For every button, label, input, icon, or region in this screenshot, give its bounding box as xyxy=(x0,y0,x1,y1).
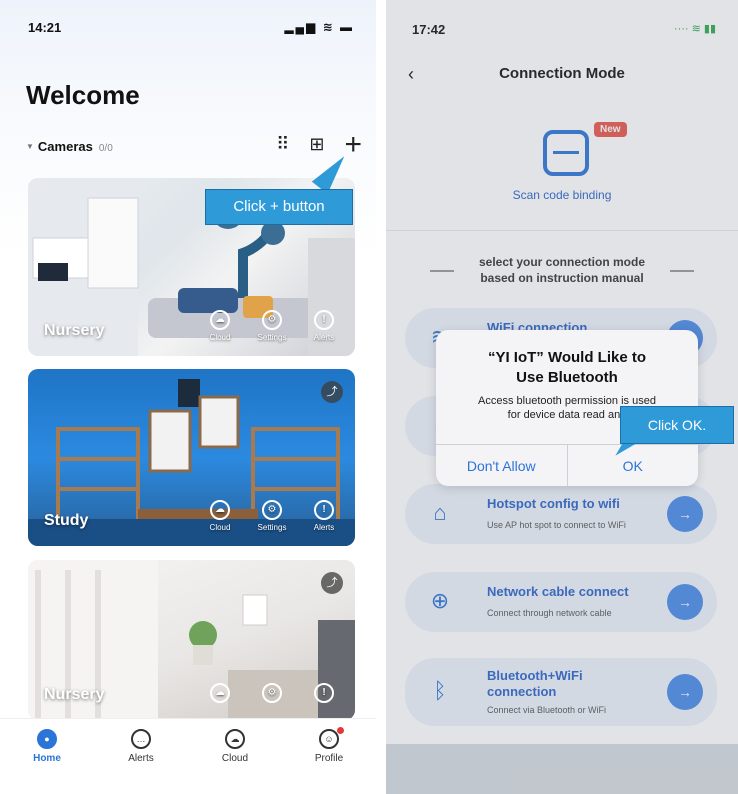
mode-hotspot[interactable]: ⌂ Hotspot config to wifi Use AP hot spot… xyxy=(405,484,717,544)
camera-name: Nursery xyxy=(44,322,105,339)
dialog-title: “YI IoT” Would Like to Use Bluetooth xyxy=(487,349,647,386)
scan-code-label[interactable]: Scan code binding xyxy=(386,188,738,202)
dont-allow-button[interactable]: Don't Allow xyxy=(436,445,567,486)
alert-icon: ! xyxy=(314,683,334,703)
profile-icon: ☺ xyxy=(319,729,339,749)
camera-card-study[interactable]: ⤴ Study ☁ Cloud ⚙ Settings ! Alerts xyxy=(28,369,355,546)
alerts-action[interactable]: ! xyxy=(305,683,343,706)
mode-network-cable[interactable]: ⊕ Network cable connect Connect through … xyxy=(405,572,717,632)
connection-mode-screen: 17:42 ···· ≋ ▮▮ ‹ Connection Mode New Sc… xyxy=(386,0,738,794)
header-actions: ⠿ ⊞ + xyxy=(276,129,362,159)
cameras-count: 0/0 xyxy=(98,143,113,154)
share-icon[interactable]: ⤴ xyxy=(321,381,343,403)
grid-view-icon[interactable]: ⠿ xyxy=(276,134,289,155)
camera-card-nursery-2[interactable]: ⤴ Nursery ☁ ⚙ ! xyxy=(28,560,355,720)
alert-icon: ! xyxy=(314,500,334,520)
alert-icon: ! xyxy=(314,310,334,330)
arrow-right-icon: → xyxy=(667,584,703,620)
alerts-action[interactable]: ! Alerts xyxy=(305,500,343,532)
cloud-icon: ☁ xyxy=(210,683,230,703)
add-camera-button[interactable]: + xyxy=(344,129,362,159)
hotspot-router-icon: ⌂ xyxy=(433,500,447,525)
home-screen: 14:21 ▂▄▆ ≋ ▬ Welcome ▼ Cameras 0/0 ⠿ ⊞ + … xyxy=(0,0,376,794)
tab-bar: ● Home … Alerts ☁ Cloud ☺ Profile xyxy=(0,718,376,794)
share-icon[interactable]: ⤴ xyxy=(321,572,343,594)
tab-cloud[interactable]: ☁ Cloud xyxy=(205,729,265,794)
cloud-icon: ☁ xyxy=(210,310,230,330)
arrow-right-icon: → xyxy=(667,674,703,710)
cloud-action[interactable]: ☁ Cloud xyxy=(201,500,239,532)
status-icons: ▂▄▆ ≋ ▬ xyxy=(284,20,354,34)
mode-bluetooth-wifi[interactable]: ᛒ Bluetooth+WiFi connection Connect via … xyxy=(405,658,717,726)
cloud-action[interactable]: ☁ xyxy=(201,683,239,706)
status-time: 17:42 xyxy=(412,22,446,37)
collapse-triangle-icon: ▼ xyxy=(26,142,34,151)
camera-actions: ☁ ⚙ ! xyxy=(201,683,343,706)
message-icon: … xyxy=(131,729,151,749)
gear-icon: ⚙ xyxy=(262,310,282,330)
new-badge: New xyxy=(594,122,627,137)
gear-icon: ⚙ xyxy=(262,500,282,520)
cameras-header[interactable]: ▼ Cameras 0/0 xyxy=(26,139,113,154)
status-bar: 14:21 ▂▄▆ ≋ ▬ xyxy=(0,14,376,38)
page-title: Welcome xyxy=(26,80,140,110)
nav-bar: ‹ Connection Mode xyxy=(386,56,738,92)
back-chevron-icon[interactable]: ‹ xyxy=(408,56,414,92)
scan-code-icon[interactable] xyxy=(543,130,589,176)
status-time: 14:21 xyxy=(28,20,62,35)
settings-action[interactable]: ⚙ Settings xyxy=(253,310,291,342)
cloud-action[interactable]: ☁ Cloud xyxy=(201,310,239,342)
divider xyxy=(386,230,738,231)
cloud-icon: ☁ xyxy=(225,729,245,749)
tab-home[interactable]: ● Home xyxy=(17,729,77,794)
multi-view-icon[interactable]: ⊞ xyxy=(309,134,324,155)
arrow-right-icon: → xyxy=(667,496,703,532)
bluetooth-icon: ᛒ xyxy=(433,678,447,703)
cloud-icon: ☁ xyxy=(210,500,230,520)
connection-hint: select your connection mode based on ins… xyxy=(478,255,646,285)
camera-name: Nursery xyxy=(44,686,105,703)
tab-profile[interactable]: ☺ Profile xyxy=(299,727,359,794)
alerts-action[interactable]: ! Alerts xyxy=(305,310,343,342)
gear-icon: ⚙ xyxy=(262,683,282,703)
camera-actions: ☁ Cloud ⚙ Settings ! Alerts xyxy=(201,310,343,342)
settings-action[interactable]: ⚙ xyxy=(253,683,291,706)
tab-alerts[interactable]: … Alerts xyxy=(111,729,171,794)
camera-actions: ☁ Cloud ⚙ Settings ! Alerts xyxy=(201,500,343,532)
home-icon: ● xyxy=(37,729,57,749)
instruction-callout: Click + button xyxy=(205,189,353,225)
nav-title: Connection Mode xyxy=(499,65,625,82)
bottom-area xyxy=(386,744,738,794)
settings-action[interactable]: ⚙ Settings xyxy=(253,500,291,532)
camera-name: Study xyxy=(44,512,89,529)
cameras-label: Cameras xyxy=(37,139,93,154)
status-icons: ···· ≋ ▮▮ xyxy=(673,23,716,35)
ok-instruction-callout: Click OK. xyxy=(620,406,734,444)
ok-button[interactable]: OK xyxy=(566,445,699,486)
dialog-buttons: Don't Allow OK xyxy=(436,444,698,486)
notification-dot xyxy=(337,727,344,734)
globe-network-icon: ⊕ xyxy=(430,588,450,613)
